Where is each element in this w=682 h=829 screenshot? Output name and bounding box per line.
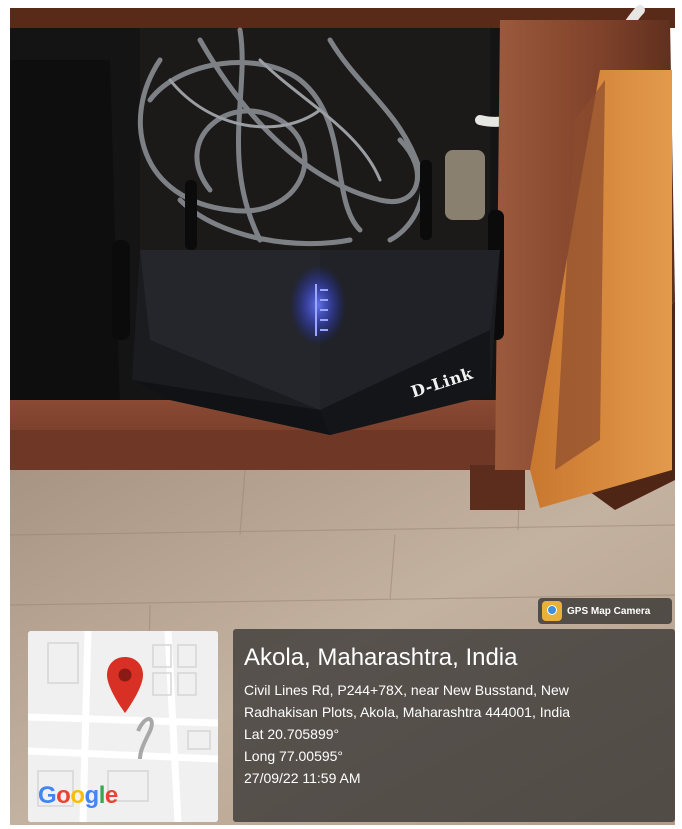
badge-label: GPS Map Camera [567,605,651,617]
map-pin-icon [107,657,143,713]
latitude-text: Lat 20.705899° [244,726,340,742]
map-thumbnail: Google [28,631,218,822]
gps-map-camera-app-icon [542,601,562,621]
google-logo: Google [38,782,118,809]
address-line-2: Radhakisan Plots, Akola, Maharashtra 444… [244,704,571,720]
gps-map-camera-badge: GPS Map Camera [538,598,672,624]
address-line-1: Civil Lines Rd, P244+78X, near New Busst… [244,682,569,698]
location-title: Akola, Maharashtra, India [244,644,518,671]
location-info-panel: Akola, Maharashtra, India Civil Lines Rd… [233,629,675,822]
timestamp-text: 27/09/22 11:59 AM [244,770,361,786]
longitude-text: Long 77.00595° [244,748,344,764]
